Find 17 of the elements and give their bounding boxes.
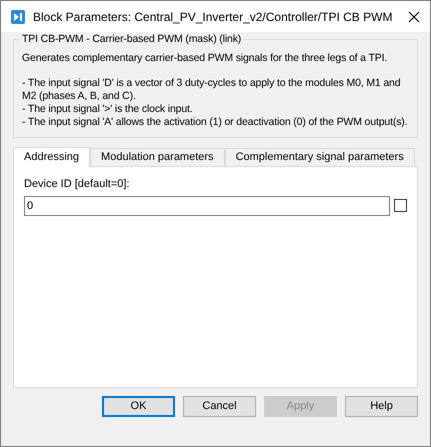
dialog-button[interactable]: OK: [102, 396, 175, 417]
description-text: - The input signal '>' is the clock input.: [22, 103, 194, 116]
description-text: - The input signal 'D' is a vector of 3 duty-cycles to apply to the modules M0, M1 and M2 (phases A, B, and C).: [22, 77, 402, 103]
description-text: Generates complementary carrier-based PWM signals for the three legs of a TPI.: [22, 52, 388, 65]
tab[interactable]: Complementary signal parameters: [224, 148, 415, 166]
description-text: - The input signal 'A' allows the activation (1) or deactivation (0) of the PWM output(s).: [22, 116, 408, 129]
window-title: Block Parameters: Central_PV_Inverter_v2/Controller/TPI CB PWM: [33, 8, 394, 26]
tab[interactable]: Addressing: [13, 147, 90, 167]
dialog-button[interactable]: Cancel: [183, 396, 256, 417]
input-field[interactable]: 0: [24, 196, 390, 216]
close-icon[interactable]: [408, 10, 420, 22]
checkbox[interactable]: [394, 199, 407, 212]
field-label: Device ID [default=0]:: [24, 177, 130, 192]
group-title: TPI CB-PWM - Carrier-based PWM (mask) (link): [20, 33, 244, 46]
tab[interactable]: Modulation parameters: [90, 148, 225, 166]
dialog-button[interactable]: Help: [345, 396, 418, 417]
play-icon: [11, 10, 25, 24]
